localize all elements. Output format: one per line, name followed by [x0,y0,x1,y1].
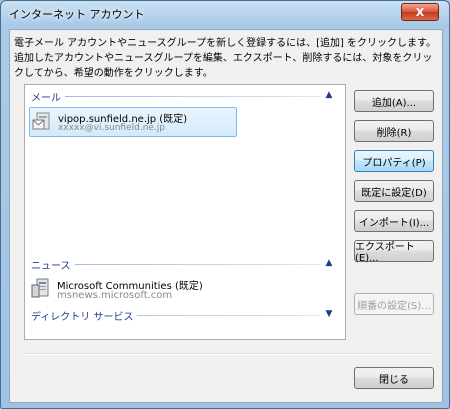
divider [24,353,432,355]
set-order-button[interactable]: 順番の設定(S)... [354,293,434,315]
group-title-mail: メール [31,89,65,104]
collapse-icon[interactable]: ▲ [323,257,335,269]
account-address: msnews.microsoft.com [57,290,173,301]
dialog-body: 電子メール アカウントやニュースグループを新しく登録するには、[追加] をクリッ… [9,29,443,403]
title-bar[interactable]: インターネット アカウント X [1,1,449,25]
add-button[interactable]: 追加(A)... [354,90,434,112]
group-header-news[interactable]: ニュース ▲ [29,257,335,272]
remove-button[interactable]: 削除(R) [354,120,434,142]
window-title: インターネット アカウント [9,8,145,21]
account-item-mail[interactable]: vipop.sunfield.ne.jp (既定) xxxxx@vi.sunfi… [29,107,237,137]
close-window-button[interactable]: X [401,3,439,21]
set-default-button[interactable]: 既定に設定(D) [354,180,434,202]
group-title-news: ニュース [31,257,75,272]
account-item-news[interactable]: Microsoft Communities (既定) msnews.micros… [29,275,235,303]
group-header-directory[interactable]: ディレクトリ サービス ▼ [29,308,335,323]
import-button[interactable]: インポート(I)... [354,210,434,232]
close-button[interactable]: 閉じる [354,367,434,389]
internet-accounts-window: インターネット アカウント X 電子メール アカウントやニュースグループを新しく… [0,0,450,409]
news-account-icon [31,278,49,298]
properties-button[interactable]: プロパティ(P) [354,150,434,172]
description-text: 電子メール アカウントやニュースグループを新しく登録するには、[追加] をクリッ… [14,38,437,79]
expand-icon[interactable]: ▼ [323,308,335,320]
group-divider [31,264,321,265]
group-title-directory: ディレクトリ サービス [31,308,138,323]
close-icon: X [415,5,425,19]
group-divider [31,96,321,97]
accounts-list[interactable]: メール ▲ vipop.sunfield.ne.jp (既定) xxxxx@vi… [24,84,346,340]
collapse-icon[interactable]: ▲ [323,89,335,101]
export-button[interactable]: エクスポート(E)... [354,240,434,264]
group-header-mail[interactable]: メール ▲ [29,89,335,104]
account-address: xxxxx@vi.sunfield.ne.jp [58,123,166,133]
mail-account-icon [32,112,50,130]
